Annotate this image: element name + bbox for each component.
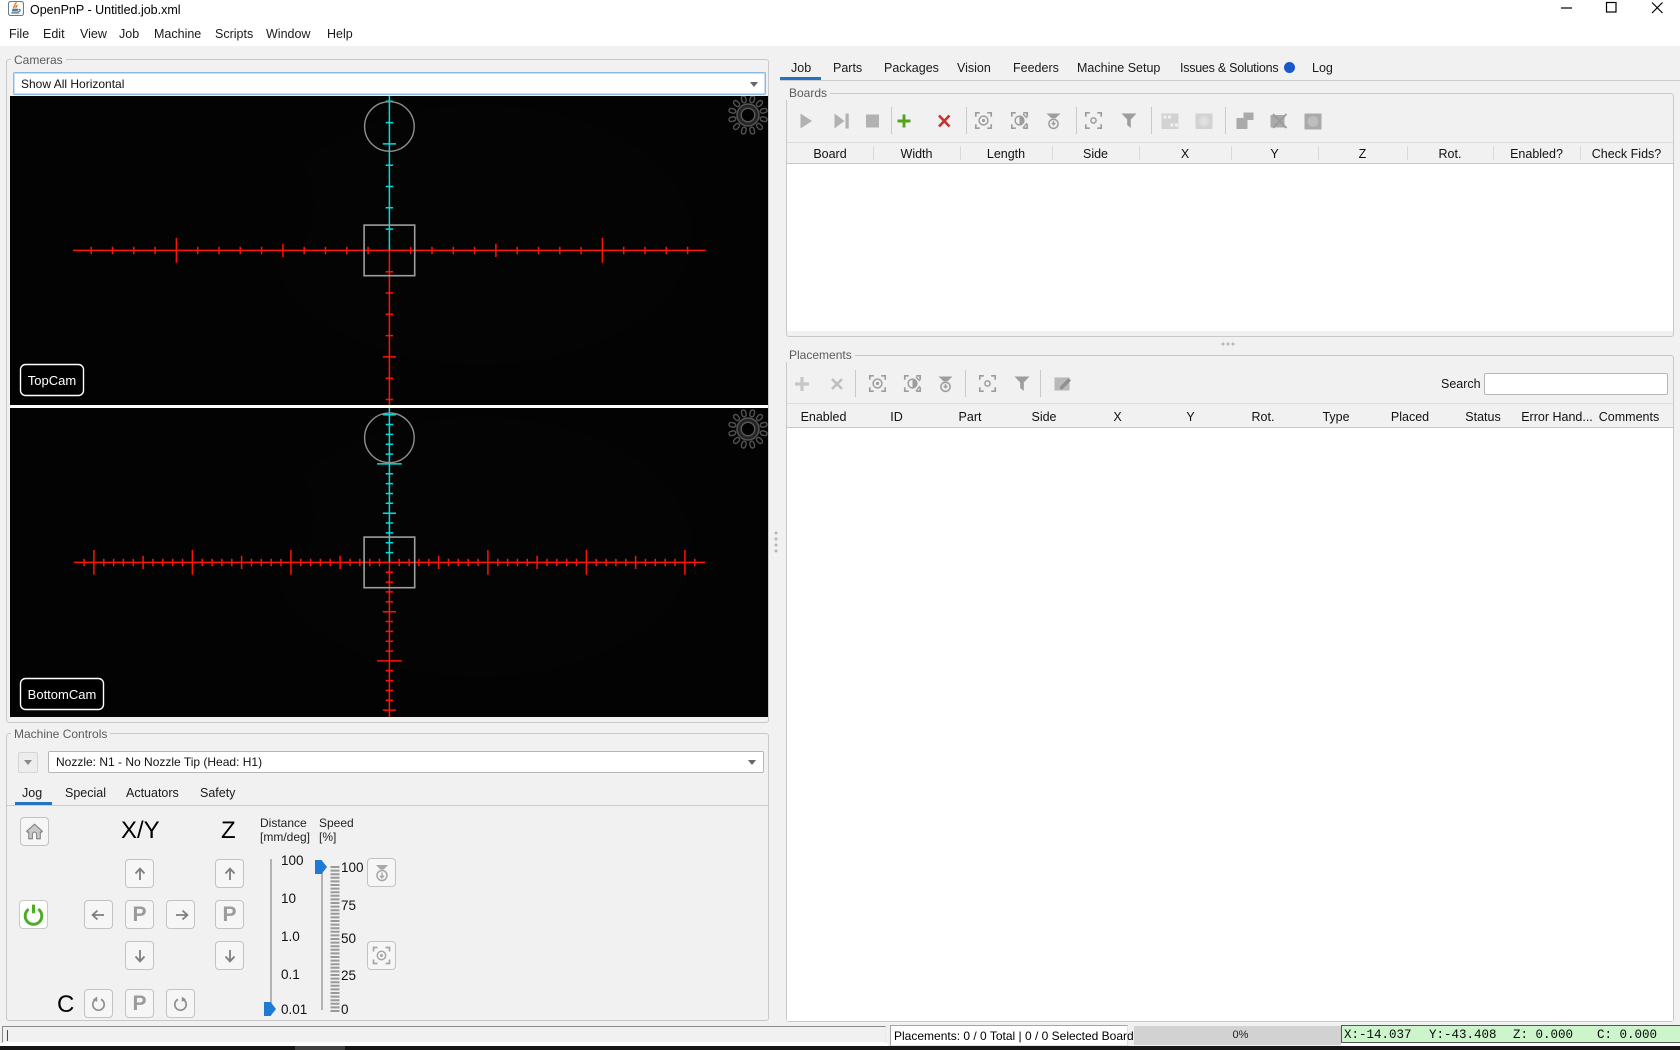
svg-text:BottomCam: BottomCam — [28, 687, 97, 702]
svg-text:TopCam: TopCam — [28, 373, 76, 388]
